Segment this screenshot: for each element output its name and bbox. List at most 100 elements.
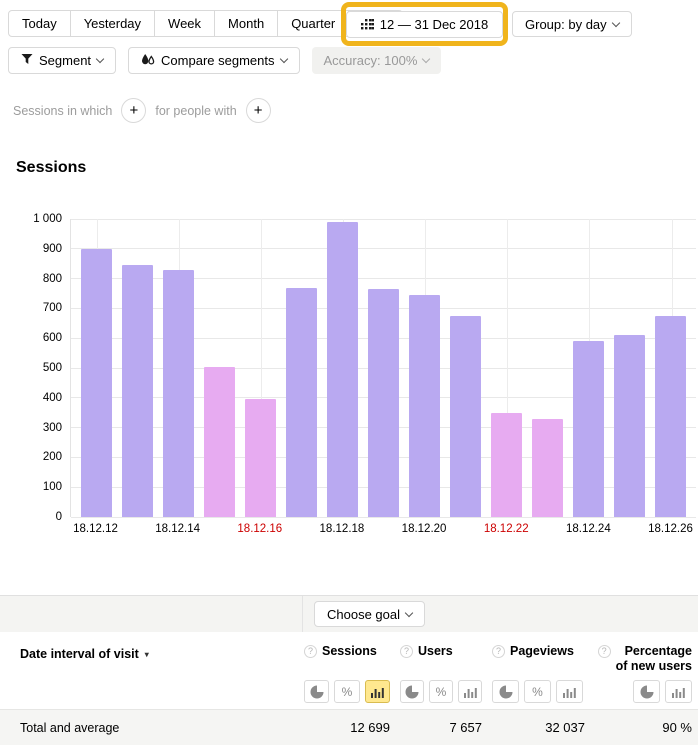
users-pie-toggle[interactable] [400,680,424,703]
bars-icon [463,686,478,698]
bars-icon [671,686,686,698]
x-tick-label: 18.12.22 [484,523,529,535]
help-icon[interactable]: ? [304,645,317,658]
pageviews-bars-toggle[interactable] [556,680,583,703]
help-icon[interactable]: ? [598,645,611,658]
metric-headers: ?Sessions%? Users%? Pageviews% ?Percentageo… [302,644,698,703]
y-tick-label: 400 [43,392,62,404]
bar-18.12.22 [491,413,522,517]
y-axis-labels: 01002003004005006007008009001 000 [0,219,62,517]
total-value-percentage-of-new-users: 90 % [595,710,692,745]
percentage-of-new-users-bars-toggle[interactable] [665,680,692,703]
group-by-label: Group: by day [525,17,607,32]
pie-icon [499,685,513,699]
group-by-button[interactable]: Group: by day [512,11,632,37]
x-tick-label: 18.12.12 [73,523,118,535]
chevron-down-icon [422,55,430,63]
period-tab-month[interactable]: Month [215,11,278,36]
y-tick-label: 600 [43,332,62,344]
help-icon[interactable]: ? [400,645,413,658]
goal-strip: Choose goal [0,596,698,632]
bar-18.12.24 [573,341,604,517]
plot-area [70,219,696,517]
bar-18.12.21 [450,316,481,517]
calendar-grid-icon [361,19,374,30]
bars-icon [562,686,577,698]
add-session-filter-button[interactable]: + [121,98,146,123]
x-tick-label: 18.12.24 [566,523,611,535]
chevron-down-icon [405,608,413,616]
bar-18.12.20 [409,295,440,517]
bar-18.12.12 [81,249,112,517]
bar-18.12.16 [245,399,276,517]
bar-18.12.25 [614,335,645,517]
x-axis-labels: 18.12.12 18.12.14 18.12.16 18.12.18 18.12.20… [70,523,696,543]
table-header-row: Date interval of visit▾ ?Sessions%? Users… [0,632,698,709]
x-tick-label: 18.12.20 [402,523,447,535]
segment-button[interactable]: Segment [8,47,116,74]
y-tick-label: 200 [43,451,62,463]
percent-icon: % [436,685,447,699]
x-tick-label: 18.12.26 [648,523,693,535]
sessions-pie-toggle[interactable] [304,680,329,703]
pageviews-pie-toggle[interactable] [492,680,519,703]
dimension-header[interactable]: Date interval of visit▾ [20,647,149,661]
accuracy-button[interactable]: Accuracy: 100% [312,47,442,74]
bar-18.12.26 [655,316,686,517]
choose-goal-button[interactable]: Choose goal [314,601,425,627]
chevron-down-icon [279,55,287,63]
x-tick-label: 18.12.14 [155,523,200,535]
y-tick-label: 100 [43,481,62,493]
bar-18.12.17 [286,288,317,517]
sort-triangle-icon: ▾ [145,650,149,659]
y-tick-label: 1 000 [33,213,62,225]
filter-builder: Sessions in which + for people with + [13,98,271,123]
total-row: Total and average 12 6997 65732 03790 % [0,709,698,745]
x-tick-label: 18.12.16 [237,523,282,535]
metric-header-label: Users [418,644,453,659]
period-tab-yesterday[interactable]: Yesterday [71,11,155,36]
add-people-filter-button[interactable]: + [246,98,271,123]
bar-18.12.23 [532,419,563,517]
bar-18.12.19 [368,289,399,517]
pageviews-percent-toggle[interactable]: % [524,680,551,703]
y-tick-label: 500 [43,362,62,374]
bars-container [71,219,696,517]
bars-icon [370,686,385,698]
pie-icon [405,685,419,699]
users-percent-toggle[interactable]: % [429,680,453,703]
compare-segments-button[interactable]: Compare segments [128,47,299,74]
y-tick-label: 300 [43,422,62,434]
metric-column-percentage-of-new-users: ?Percentageof new users [595,644,692,703]
sessions-bar-chart: 01002003004005006007008009001 000 18.12.… [0,205,698,545]
chevron-down-icon [96,55,104,63]
bar-18.12.18 [327,222,358,517]
total-row-label: Total and average [20,710,119,745]
x-tick-label: 18.12.18 [320,523,365,535]
metric-header-label: Pageviews [510,644,574,659]
total-value-sessions: 12 699 [304,710,390,745]
metric-totals: 12 6997 65732 03790 % [302,710,698,745]
users-bars-toggle[interactable] [458,680,482,703]
date-range-label: 12 — 31 Dec 2018 [380,17,488,32]
sessions-percent-toggle[interactable]: % [334,680,359,703]
period-tab-week[interactable]: Week [155,11,215,36]
accuracy-label: Accuracy: 100% [324,53,418,68]
y-tick-label: 900 [43,243,62,255]
period-tab-today[interactable]: Today [9,11,71,36]
metric-column-sessions: ?Sessions% [304,644,390,703]
sessions-bars-toggle[interactable] [365,680,390,703]
plus-icon: + [254,103,263,118]
date-range-button[interactable]: 12 — 31 Dec 2018 [346,11,503,38]
metric-column-pageviews: ? Pageviews% [492,644,585,703]
bar-18.12.15 [204,367,235,517]
pie-icon [640,685,654,699]
period-tab-quarter[interactable]: Quarter [278,11,349,36]
chevron-down-icon [611,18,619,26]
help-icon[interactable]: ? [492,645,505,658]
y-tick-label: 700 [43,302,62,314]
metric-column-users: ? Users% [400,644,482,703]
segment-label: Segment [39,53,91,68]
y-tick-label: 800 [43,273,62,285]
percentage-of-new-users-pie-toggle[interactable] [633,680,660,703]
